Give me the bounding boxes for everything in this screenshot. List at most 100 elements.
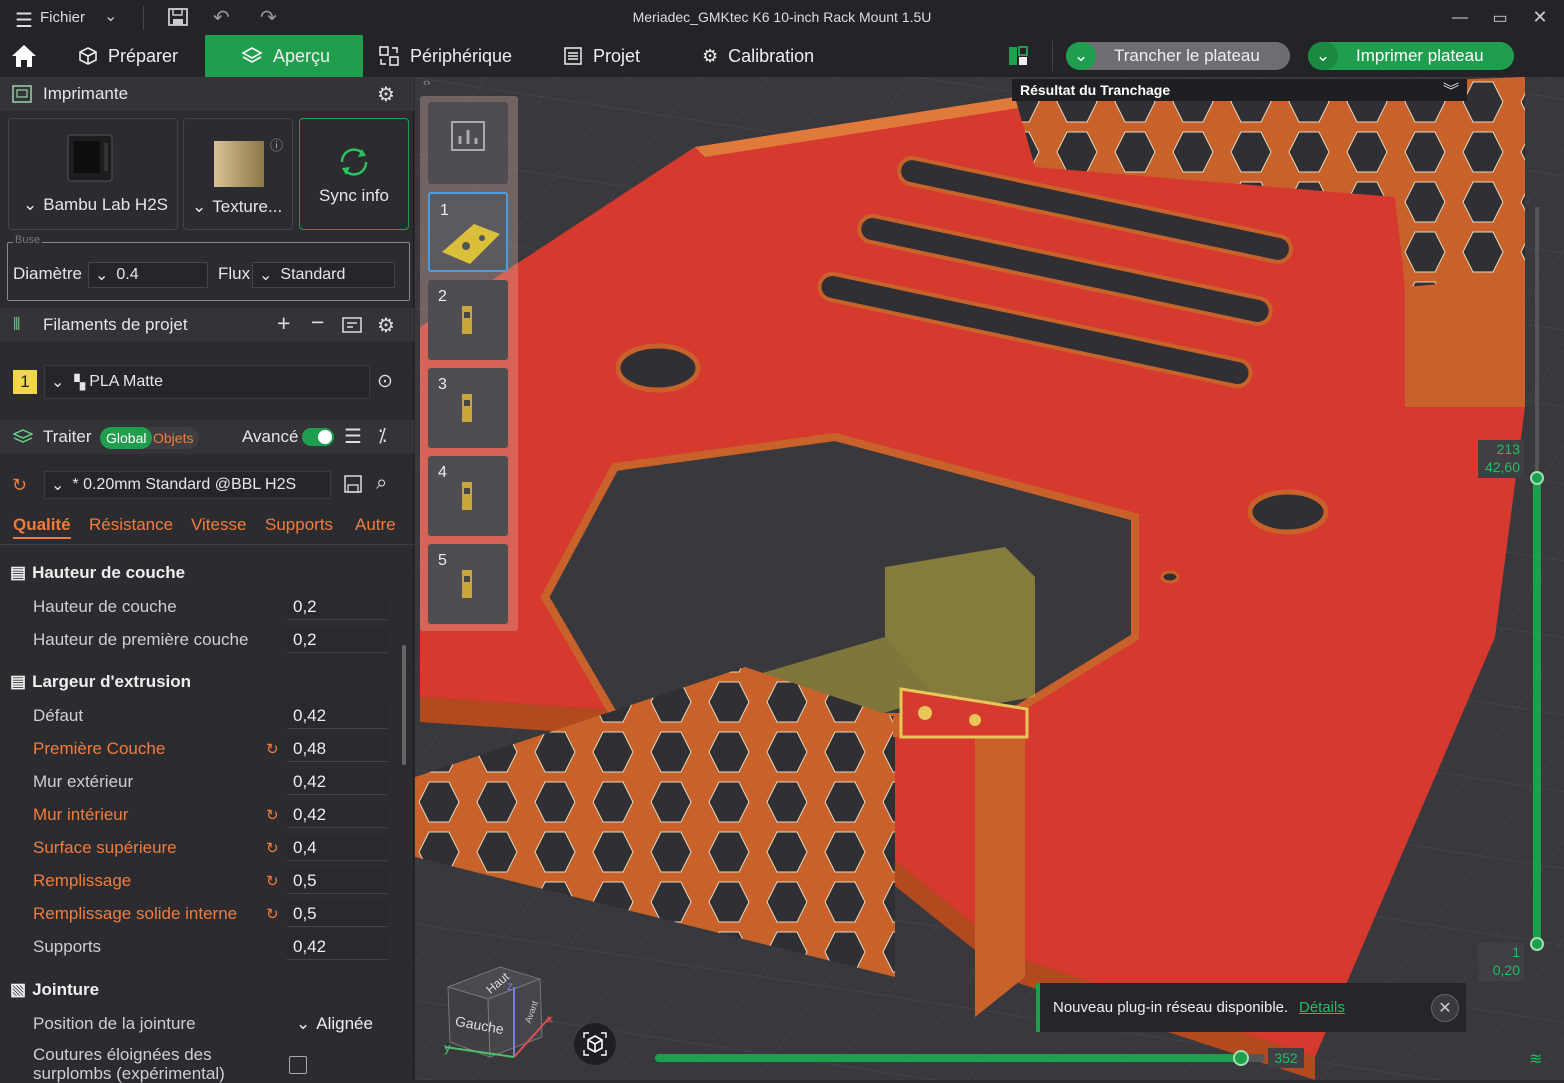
plate-thumbnail[interactable]: 5	[428, 544, 508, 624]
line-width-input[interactable]: 0,5	[287, 901, 387, 927]
flow-select[interactable]: ⌄ Standard	[252, 262, 395, 288]
sync-info-button[interactable]: Sync info	[299, 118, 409, 230]
tab-project[interactable]: Projet	[545, 35, 658, 77]
advanced-toggle[interactable]	[302, 428, 334, 446]
collapse-panel-icon[interactable]: ‹›	[423, 77, 430, 89]
setting-row: Remplissage solide interne ↻ 0,5	[0, 898, 395, 931]
sync-info-label: Sync info	[319, 186, 389, 205]
overhang-seam-checkbox[interactable]	[289, 1056, 307, 1074]
first-layer-height-input[interactable]: 0,2	[287, 627, 387, 653]
filament-settings-gear-icon[interactable]: ⚙	[377, 313, 395, 338]
toggle-global[interactable]: Global	[100, 427, 153, 449]
overhang-seam-label: Coutures éloignées des surplombs (expéri…	[33, 1045, 225, 1083]
plate-part-preview	[462, 570, 472, 598]
list-view-icon[interactable]: ☰	[344, 424, 362, 449]
minimize-icon[interactable]: —	[1440, 0, 1480, 35]
toggle-objects[interactable]: Objets	[153, 430, 193, 446]
gear-icon: ⚙	[702, 45, 719, 66]
tab-other[interactable]: Autre	[355, 515, 396, 535]
layer-height-input[interactable]: 0,2	[287, 594, 387, 620]
remove-filament-icon[interactable]: −	[311, 309, 324, 336]
more-options-icon[interactable]: ⊙	[377, 370, 393, 393]
compare-icon[interactable]: ⁒	[378, 425, 387, 448]
plate-thumbnail[interactable]: 3	[428, 368, 508, 448]
line-width-input[interactable]: 0,4	[287, 835, 387, 861]
printer-selector[interactable]: ⌄ Bambu Lab H2S	[8, 118, 178, 230]
search-icon[interactable]: ⌕	[376, 472, 387, 495]
home-icon[interactable]	[10, 43, 38, 74]
add-filament-icon[interactable]: +	[277, 310, 290, 337]
3d-viewport[interactable]: ‹› 12345 Résultat du Tranchage ︾ 213 42,…	[415, 77, 1564, 1080]
filament-index-badge[interactable]: 1	[13, 370, 37, 394]
line-width-input[interactable]: 0,42	[287, 769, 387, 795]
move-slider-fill	[655, 1054, 1241, 1062]
tab-speed[interactable]: Vitesse	[191, 515, 246, 535]
reset-value-icon[interactable]: ↻	[266, 839, 279, 857]
notification-details-link[interactable]: Détails	[1299, 999, 1345, 1016]
filament-select[interactable]: ⌄ ▚ PLA Matte	[44, 365, 370, 399]
slice-result-title: Résultat du Tranchage	[1020, 82, 1171, 98]
chevron-down-icon[interactable]: ⌄	[1066, 42, 1096, 70]
view-cube[interactable]: Haut Gauche Avant z x y	[440, 957, 590, 1077]
tab-quality[interactable]: Qualité	[13, 515, 71, 539]
plate-thumbnail[interactable]: 4	[428, 456, 508, 536]
info-icon[interactable]: ⓘ	[270, 135, 283, 154]
filament-sync-icon[interactable]	[342, 315, 362, 340]
multi-view-icon[interactable]	[1008, 46, 1028, 71]
save-profile-icon[interactable]	[344, 475, 362, 498]
global-objects-toggle[interactable]: Global Objets	[100, 427, 199, 449]
tab-strength[interactable]: Résistance	[89, 515, 173, 535]
reset-value-icon[interactable]: ↻	[266, 806, 279, 824]
reset-value-icon[interactable]: ↻	[266, 872, 279, 890]
plate-stats-button[interactable]	[428, 102, 508, 184]
layer-slider-top-handle[interactable]	[1530, 471, 1544, 485]
line-width-input[interactable]: 0,42	[287, 703, 387, 729]
slice-plate-button[interactable]: ⌄ Trancher le plateau	[1066, 42, 1290, 70]
tab-prepare[interactable]: Préparer	[60, 35, 196, 77]
reset-view-button[interactable]	[574, 1023, 616, 1065]
maximize-icon[interactable]: ▭	[1480, 0, 1520, 35]
slice-result-panel[interactable]: Résultat du Tranchage ︾	[1012, 79, 1467, 101]
tab-calibration[interactable]: ⚙ Calibration	[684, 35, 832, 77]
filament-name: PLA Matte	[89, 373, 164, 390]
close-icon[interactable]: ✕	[1520, 0, 1560, 35]
process-layers-icon	[12, 429, 34, 450]
setting-row: Mur intérieur ↻ 0,42	[0, 799, 395, 832]
seam-position-select[interactable]: ⌄ Alignée	[290, 1011, 390, 1037]
line-width-input[interactable]: 0,5	[287, 868, 387, 894]
plate-thumbnail[interactable]: 2	[428, 280, 508, 360]
print-plate-button[interactable]: ⌄ Imprimer plateau	[1308, 42, 1514, 70]
layer-slider-bottom-handle[interactable]	[1530, 937, 1544, 951]
settings-gear-icon[interactable]: ⚙	[377, 82, 395, 107]
close-notification-icon[interactable]: ✕	[1431, 994, 1459, 1022]
move-slider-track[interactable]	[655, 1050, 1265, 1066]
diameter-select[interactable]: ⌄ 0.4	[88, 262, 208, 288]
process-section-header: Traiter Global Objets Avancé ☰ ⁒	[0, 420, 414, 454]
axis-x-label: x	[547, 1012, 553, 1026]
plate-thumbnail[interactable]: 1	[428, 192, 508, 272]
settings-scrollbar[interactable]	[402, 645, 406, 765]
expand-chevron-icon[interactable]: ︾	[1443, 77, 1459, 101]
layers-toggle-icon[interactable]: ≋	[1529, 1049, 1542, 1069]
line-width-input[interactable]: 0,48	[287, 736, 387, 762]
reset-profile-icon[interactable]: ↻	[12, 475, 27, 496]
layer-slider-range[interactable]	[1533, 477, 1541, 947]
tab-preview[interactable]: Aperçu	[205, 35, 363, 77]
setting-label: Remplissage solide interne	[33, 904, 238, 923]
process-profile-select[interactable]: ⌄ * 0.20mm Standard @BBL H2S	[44, 471, 331, 499]
tab-supports[interactable]: Supports	[265, 515, 333, 535]
line-width-input[interactable]: 0,42	[287, 934, 387, 960]
layer-top-height: 42,60	[1484, 459, 1520, 475]
move-slider-handle[interactable]	[1232, 1050, 1249, 1066]
chevron-down-icon: ⌄	[51, 374, 65, 391]
chevron-down-icon[interactable]: ⌄	[1308, 42, 1338, 70]
notification-toast: Nouveau plug-in réseau disponible. Détai…	[1036, 983, 1466, 1032]
line-width-input[interactable]: 0,42	[287, 802, 387, 828]
tab-device[interactable]: Périphérique	[360, 35, 530, 77]
reset-value-icon[interactable]: ↻	[266, 740, 279, 758]
plate-name: Texture...	[212, 197, 283, 216]
plate-type-selector[interactable]: ⓘ ⌄ Texture...	[183, 118, 293, 230]
setting-label: Hauteur de couche	[33, 597, 177, 616]
reset-value-icon[interactable]: ↻	[266, 905, 279, 923]
plate-scene[interactable]	[415, 77, 1564, 1080]
